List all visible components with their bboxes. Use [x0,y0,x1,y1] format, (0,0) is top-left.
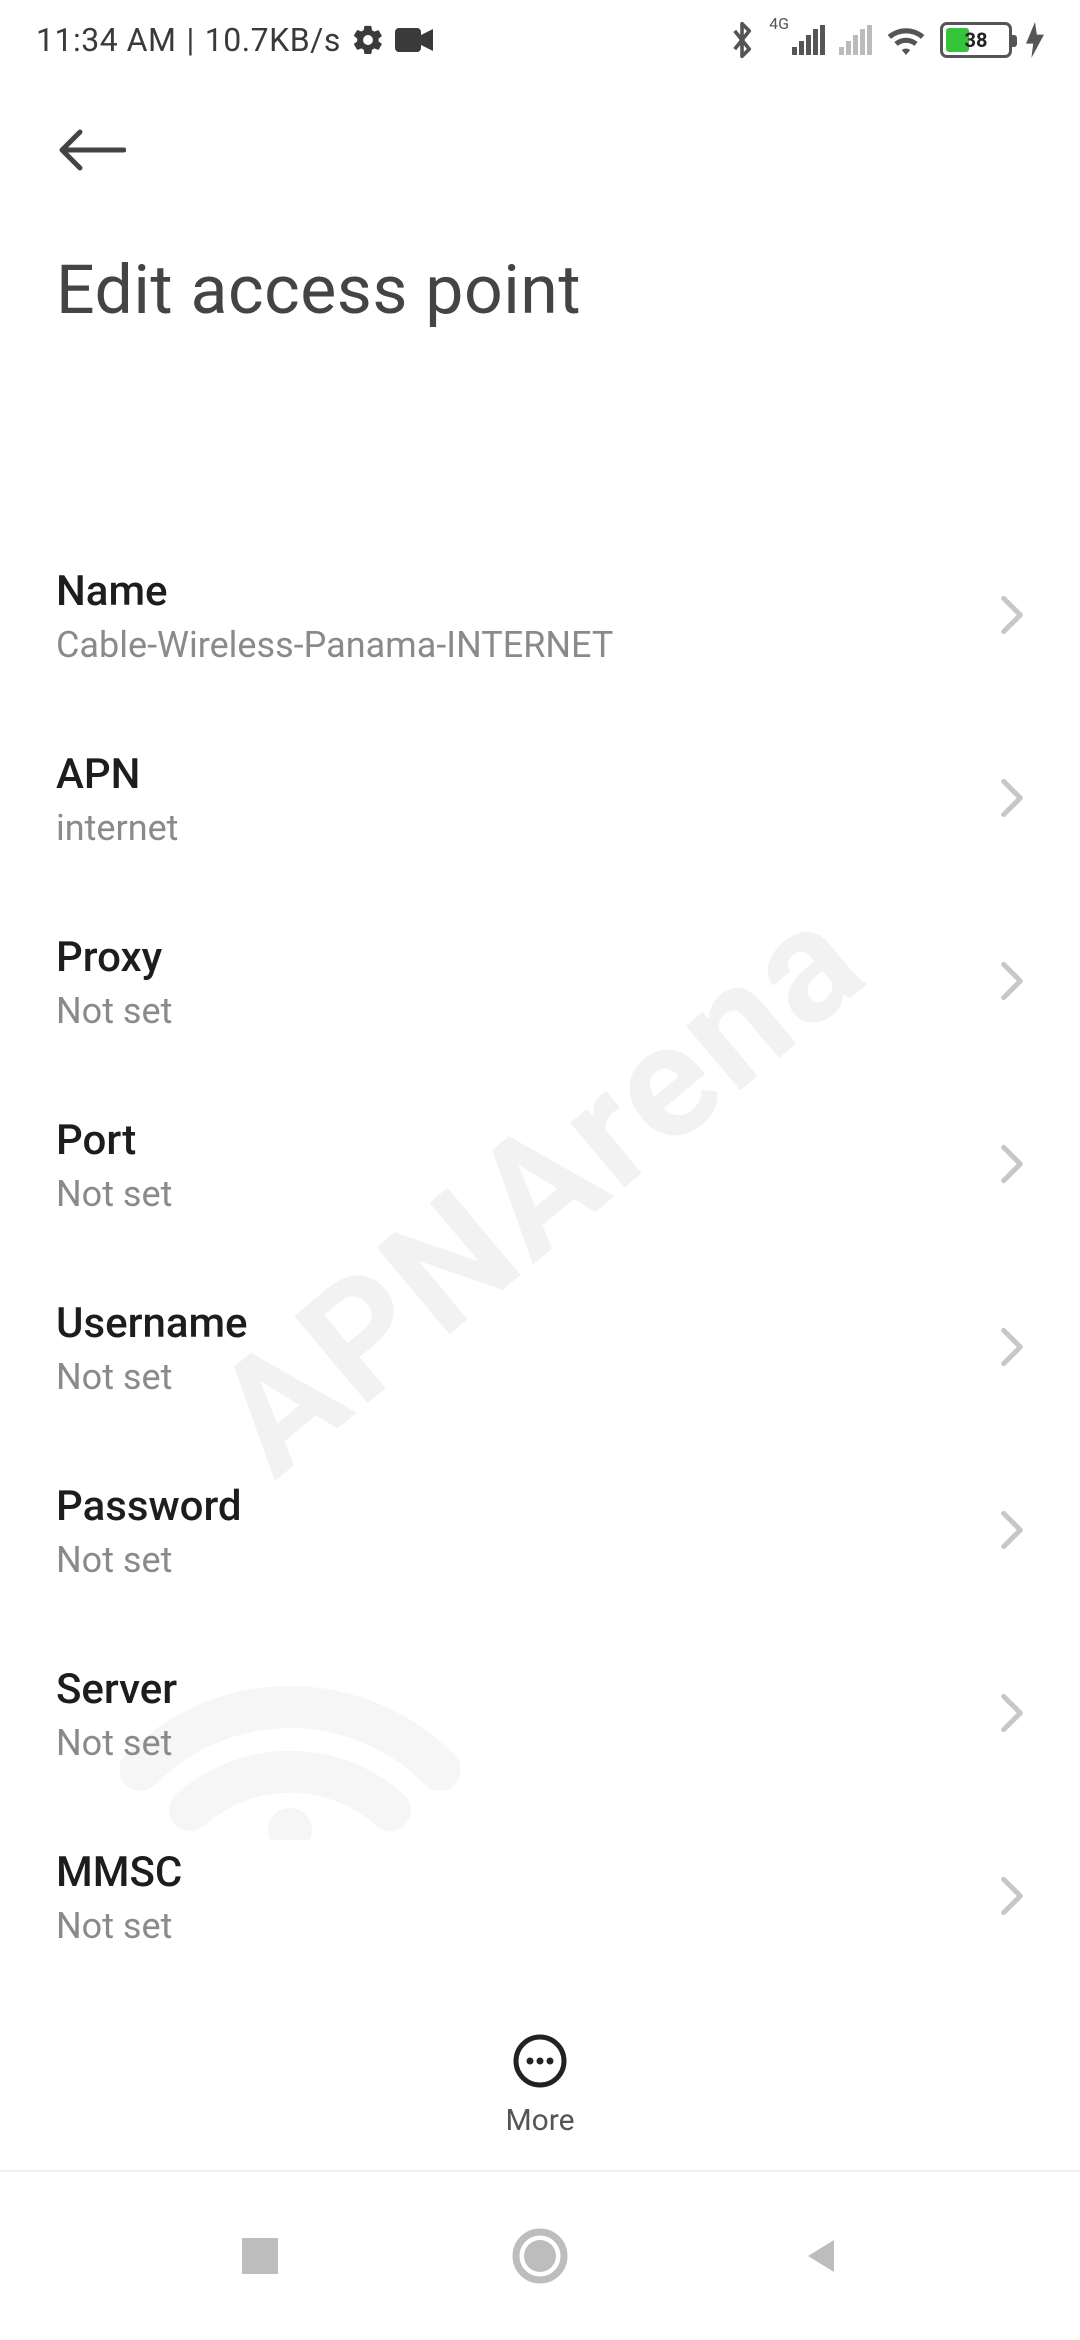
status-net-speed: 10.7KB/s [205,21,341,59]
row-apn-value: internet [56,807,980,849]
charging-icon [1026,22,1044,58]
row-password-label: Password [56,1482,980,1531]
chevron-right-icon [1000,961,1024,1005]
row-apn-label: APN [56,750,980,799]
status-separator: | [186,21,194,59]
arrow-left-icon [56,126,126,174]
wifi-icon [886,24,926,56]
more-label: More [505,2103,574,2138]
chevron-right-icon [1000,1876,1024,1920]
row-server-value: Not set [56,1722,980,1764]
row-proxy-label: Proxy [56,933,980,982]
row-port-label: Port [56,1116,980,1165]
system-nav-bar [0,2170,1080,2340]
row-username[interactable]: Username Not set [0,1257,1080,1440]
more-icon [512,2033,568,2093]
row-proxy-value: Not set [56,990,980,1032]
row-port-value: Not set [56,1173,980,1215]
row-port[interactable]: Port Not set [0,1074,1080,1257]
row-name-label: Name [56,567,980,616]
status-bar: 11:34 AM | 10.7KB/s 4G 38 [0,0,1080,80]
page-title: Edit access point [56,250,1024,330]
row-mms-proxy[interactable]: MMS proxy Not set [0,1989,1080,1990]
chevron-right-icon [1000,778,1024,822]
status-signal1: 4G [769,25,825,55]
nav-recents-button[interactable] [225,2221,295,2291]
chevron-right-icon [1000,1144,1024,1188]
chevron-right-icon [1000,1510,1024,1554]
row-proxy[interactable]: Proxy Not set [0,891,1080,1074]
square-icon [238,2234,282,2278]
row-username-label: Username [56,1299,980,1348]
chevron-right-icon [1000,1327,1024,1371]
row-server-label: Server [56,1665,980,1714]
status-signal2-nosim [839,25,872,55]
chevron-right-icon [1000,595,1024,639]
row-name-value: Cable-Wireless-Panama-INTERNET [56,624,980,666]
bluetooth-icon [729,20,755,60]
battery-indicator: 38 [940,22,1012,58]
nav-home-button[interactable] [505,2221,575,2291]
triangle-left-icon [798,2234,842,2278]
row-password-value: Not set [56,1539,980,1581]
status-time: 11:34 AM [36,21,176,59]
gear-icon [351,23,385,57]
apn-settings-list: Name Cable-Wireless-Panama-INTERNET APN … [0,525,1080,1990]
row-name[interactable]: Name Cable-Wireless-Panama-INTERNET [0,525,1080,708]
more-button[interactable]: More [505,2033,574,2138]
row-mmsc-value: Not set [56,1905,980,1947]
row-apn[interactable]: APN internet [0,708,1080,891]
camera-icon [395,26,433,54]
chevron-right-icon [1000,1693,1024,1737]
row-mmsc-label: MMSC [56,1848,980,1897]
row-password[interactable]: Password Not set [0,1440,1080,1623]
row-server[interactable]: Server Not set [0,1623,1080,1806]
nav-back-button[interactable] [785,2221,855,2291]
row-username-value: Not set [56,1356,980,1398]
circle-icon [512,2228,568,2284]
back-button[interactable] [56,110,136,190]
row-mmsc[interactable]: MMSC Not set [0,1806,1080,1989]
